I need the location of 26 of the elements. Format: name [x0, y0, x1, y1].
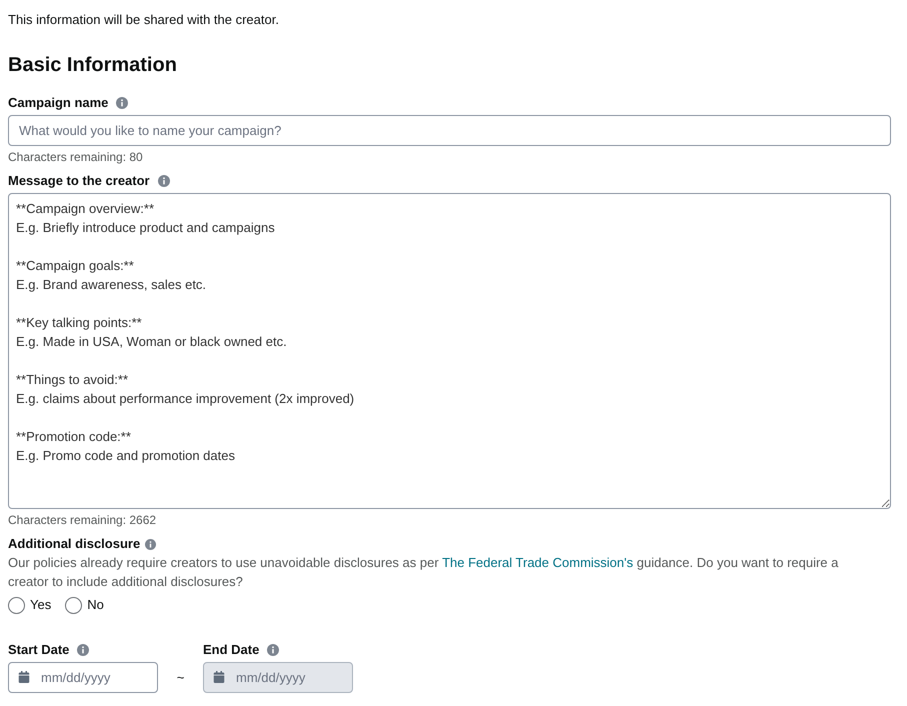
radio-label: Yes — [30, 596, 52, 614]
field-label: Campaign name — [8, 94, 108, 112]
info-icon[interactable] — [158, 175, 170, 187]
info-icon[interactable] — [145, 538, 156, 550]
radio-button[interactable] — [65, 596, 82, 614]
calendar-icon — [213, 671, 225, 683]
intro-text: This information will be shared with the creator. — [8, 11, 280, 29]
campaign-name-field[interactable]: What would you like to name your campaign? — [8, 115, 891, 146]
radio-label: No — [87, 596, 104, 614]
character-counter: Characters remaining: 80 — [8, 149, 144, 165]
info-icon[interactable] — [116, 97, 128, 109]
field-label: Additional disclosure — [8, 535, 140, 553]
section-heading: Basic Information — [8, 53, 178, 77]
field-label: Start Date — [8, 641, 70, 659]
field-label: End Date — [203, 641, 260, 659]
message-field[interactable]: **Campaign overview:** E.g. Briefly introduce product and campaigns **Campaign goals:** E.g. Brand awareness, sales etc. **Key talking points:** E.g. Made in USA, Woman or black owned etc. **Things to avoid:** E.g. claims about performance improvement (2x improved) **Promotion code:** E.g. Promo code and promotion dates — [8, 193, 891, 509]
info-icon[interactable] — [267, 644, 280, 656]
calendar-icon — [18, 671, 30, 683]
character-counter: Characters remaining: 2662 — [8, 512, 158, 528]
disclosure-description: Our policies already require creators to use unavoidable disclosures as per The Federal Trade Commission's guidance. Do you want to require a creator to include additional disclosures? — [8, 554, 840, 591]
info-icon[interactable] — [77, 644, 90, 656]
date-range-separator: ~ — [176, 668, 184, 687]
date-field[interactable]: mm/dd/yyyy — [8, 662, 158, 693]
field-label: Message to the creator — [8, 172, 150, 190]
radio-button[interactable] — [8, 596, 25, 614]
inline-link[interactable]: The Federal Trade Commission's — [442, 555, 634, 570]
